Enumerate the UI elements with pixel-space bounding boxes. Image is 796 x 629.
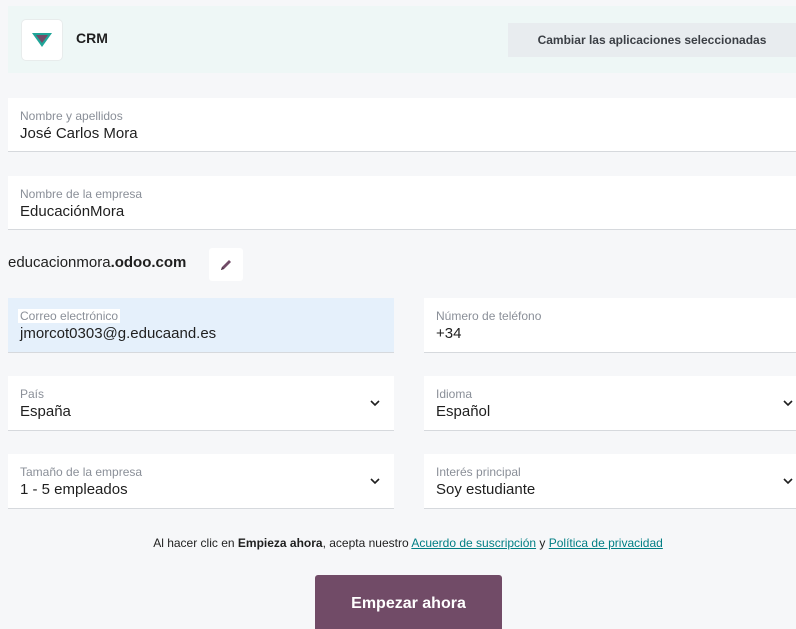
app-name: CRM — [76, 30, 108, 46]
language-value: Español — [436, 403, 491, 420]
main-interest-label: Interés principal — [436, 465, 521, 479]
email-field[interactable]: Correo electrónico jmorcot0303@g.educaan… — [8, 298, 394, 353]
subscription-agreement-link[interactable]: Acuerdo de suscripción — [411, 536, 536, 550]
domain-preview: educacionmora.odoo.com — [8, 254, 186, 271]
terms-middle: , acepta nuestro — [322, 536, 412, 550]
terms-conjunction: y — [536, 536, 549, 550]
signup-page: CRM Cambiar las aplicaciones seleccionad… — [0, 0, 796, 629]
pencil-icon — [221, 259, 231, 270]
edit-domain-button[interactable] — [209, 248, 243, 281]
chevron-down-icon — [370, 400, 380, 407]
email-value: jmorcot0303@g.educaand.es — [20, 325, 217, 342]
phone-field[interactable]: Número de teléfono +34 — [424, 298, 796, 353]
full-name-value: José Carlos Mora — [20, 125, 138, 142]
company-name-label: Nombre de la empresa — [20, 187, 143, 201]
company-size-label: Tamaño de la empresa — [20, 465, 143, 479]
crm-logo-icon — [22, 20, 62, 60]
company-size-value: 1 - 5 empleados — [20, 481, 128, 498]
full-name-field[interactable]: Nombre y apellidos José Carlos Mora — [8, 98, 796, 152]
language-select[interactable]: Idioma Español — [424, 376, 796, 431]
phone-label: Número de teléfono — [436, 309, 542, 323]
company-name-value: EducaciónMora — [20, 203, 125, 220]
full-name-label: Nombre y apellidos — [20, 109, 123, 123]
email-label: Correo electrónico — [18, 309, 121, 323]
privacy-policy-link[interactable]: Política de privacidad — [549, 536, 663, 550]
domain-suffix: .odoo.com — [110, 254, 187, 271]
terms-bold: Empieza ahora — [237, 536, 323, 550]
main-interest-select[interactable]: Interés principal Soy estudiante — [424, 454, 796, 509]
change-apps-button[interactable]: Cambiar las aplicaciones seleccionadas — [508, 23, 796, 57]
domain-prefix: educacionmora — [8, 254, 111, 271]
company-size-select[interactable]: Tamaño de la empresa 1 - 5 empleados — [8, 454, 394, 509]
company-name-field[interactable]: Nombre de la empresa EducaciónMora — [8, 176, 796, 230]
country-select[interactable]: País España — [8, 376, 394, 431]
chevron-down-icon — [783, 478, 793, 485]
phone-value: +34 — [436, 325, 462, 342]
language-label: Idioma — [436, 387, 473, 401]
terms-notice: Al hacer clic en Empieza ahora, acepta n… — [0, 536, 796, 550]
chevron-down-icon — [370, 478, 380, 485]
start-now-button[interactable]: Empezar ahora — [315, 575, 502, 629]
main-interest-value: Soy estudiante — [436, 481, 536, 498]
app-selection-header: CRM Cambiar las aplicaciones seleccionad… — [8, 6, 796, 73]
chevron-down-icon — [783, 400, 793, 407]
terms-prefix: Al hacer clic en — [153, 536, 238, 550]
country-label: País — [20, 387, 45, 401]
country-value: España — [20, 403, 71, 420]
